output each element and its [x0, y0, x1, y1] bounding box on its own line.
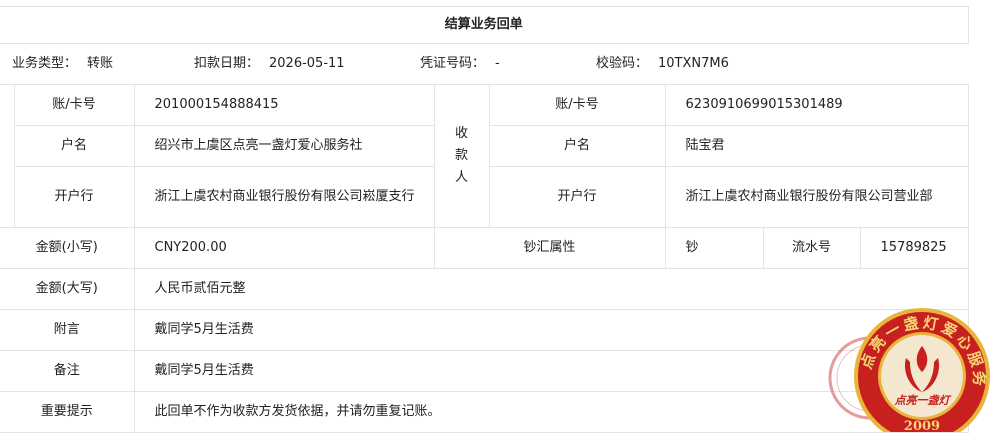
business-type: 业务类型： 转账 [12, 54, 194, 74]
memo-label: 附言 [0, 309, 135, 351]
settlement-receipt: 结算业务回单 业务类型： 转账 扣款日期： 2026-05-11 凭证号码： -… [0, 6, 969, 433]
organization-seal: 点亮一盏灯爱心服务社 点亮一盏灯 2009 [826, 296, 990, 432]
business-type-value: 转账 [87, 56, 114, 71]
serial-number-value: 15789825 [859, 227, 969, 269]
meta-bar: 业务类型： 转账 扣款日期： 2026-05-11 凭证号码： - 校验码： 1… [0, 43, 969, 85]
amount-big-label: 金额(大写) [0, 268, 135, 310]
remark-label: 备注 [0, 350, 135, 392]
receipt-title: 结算业务回单 [0, 6, 969, 44]
payee-side-char: 人 [454, 170, 468, 185]
serial-number-label: 流水号 [762, 227, 861, 269]
voucher-number-label: 凭证号码： [420, 56, 486, 71]
seal-motto: 点亮一盏灯 [894, 394, 952, 407]
payer-name-value: 绍兴市上虞区点亮一盏灯爱心服务社 [133, 125, 435, 167]
important-tip-label: 重要提示 [0, 391, 135, 433]
payee-bank-label: 开户行 [488, 166, 666, 228]
voucher-number-value: - [495, 56, 500, 71]
voucher-number: 凭证号码： - [420, 54, 596, 74]
payee-account-label: 账/卡号 [488, 84, 666, 126]
amount-small-value: CNY200.00 [133, 227, 435, 269]
payee-bank-value: 浙江上虞农村商业银行股份有限公司营业部 [664, 166, 969, 228]
fx-attribute-value: 钞 [664, 227, 764, 269]
amount-small-label: 金额(小写) [0, 227, 135, 269]
check-code-label: 校验码： [596, 56, 649, 71]
payee-side-char: 款 [454, 148, 468, 163]
payee-side-char: 收 [454, 126, 468, 141]
payer-side [0, 84, 15, 228]
debit-date-label: 扣款日期： [194, 56, 260, 71]
payer-bank-value: 浙江上虞农村商业银行股份有限公司崧厦支行 [133, 166, 435, 228]
payee-name-label: 户名 [488, 125, 666, 167]
fx-attribute-label: 钞汇属性 [433, 227, 666, 269]
payer-account-value: 201000154888415 [133, 84, 435, 126]
seal-year: 2009 [904, 419, 940, 432]
payer-name-label: 户名 [13, 125, 135, 167]
debit-date-value: 2026-05-11 [269, 56, 345, 71]
business-type-label: 业务类型： [12, 56, 78, 71]
payee-side-label: 收 款 人 [433, 84, 490, 228]
payer-account-label: 账/卡号 [13, 84, 135, 126]
check-code: 校验码： 10TXN7M6 [596, 54, 729, 74]
debit-date: 扣款日期： 2026-05-11 [194, 54, 420, 74]
payee-account-value: 6230910699015301489 [664, 84, 969, 126]
payer-bank-label: 开户行 [13, 166, 135, 228]
payee-name-value: 陆宝君 [664, 125, 969, 167]
check-code-value: 10TXN7M6 [658, 56, 729, 71]
